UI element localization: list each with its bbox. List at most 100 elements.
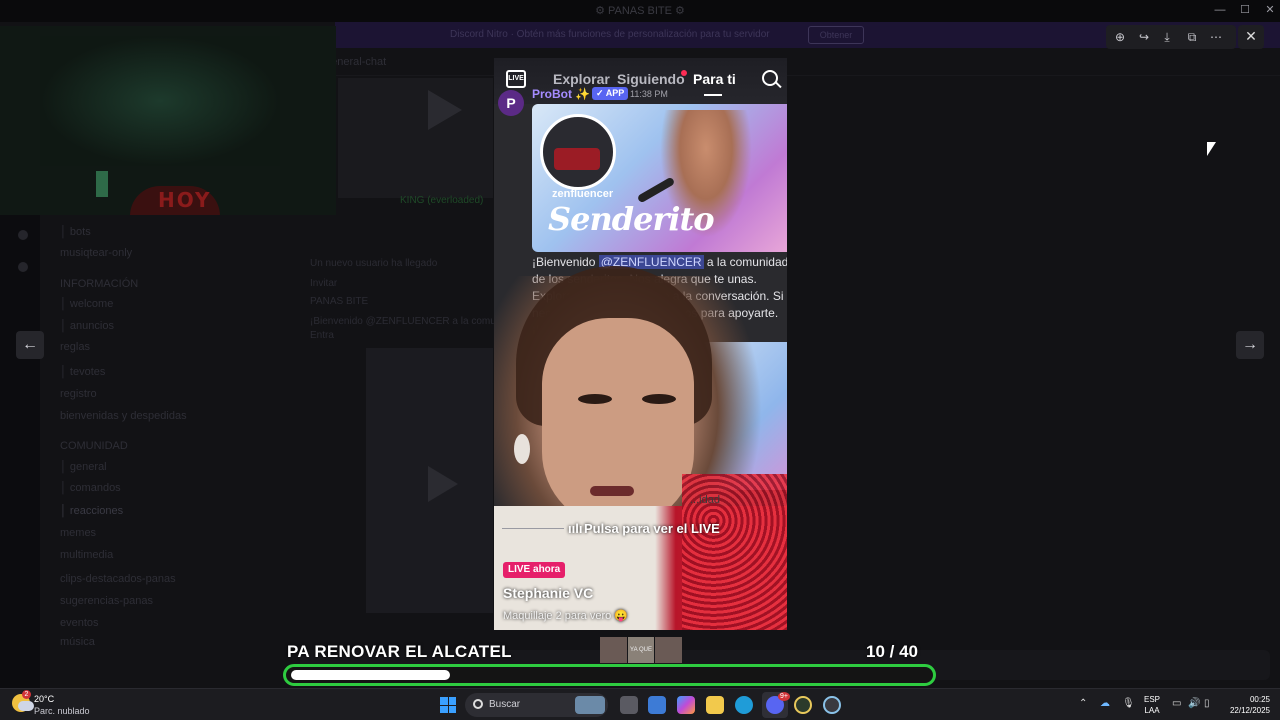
language-indicator[interactable]: ESP LAA [1144, 694, 1160, 716]
zoom-icon[interactable]: ⊕ [1110, 27, 1130, 47]
store-icon[interactable] [648, 696, 666, 714]
tab-siguiendo[interactable]: Siguiendo [617, 71, 685, 87]
chevron-up-icon[interactable]: ⌃ [1079, 698, 1087, 709]
channel-item[interactable]: bienvenidas y despedidas [60, 410, 187, 424]
channel-item[interactable]: │ general [60, 461, 107, 475]
cta-divider [502, 528, 564, 529]
welcome-banner: zenfluencer Senderito [532, 104, 787, 252]
battery-icon[interactable]: ▯ [1204, 698, 1210, 709]
app-title: ⚙ PANAS BITE ⚙ [595, 5, 685, 17]
nitro-banner-text: Discord Nitro · Obtén más funciones de p… [450, 29, 770, 40]
channel-item[interactable]: eventos [60, 617, 99, 631]
task-view-icon[interactable] [620, 696, 638, 714]
server-icon[interactable] [18, 230, 28, 240]
channel-item[interactable]: │ anuncios [60, 320, 114, 334]
more-options-icon[interactable]: ⋯ [1206, 27, 1226, 47]
copilot-icon[interactable] [677, 696, 695, 714]
weather-badge: 2 [22, 690, 31, 699]
live-icon[interactable]: LIVE [506, 70, 526, 88]
active-tab-indicator [704, 94, 722, 96]
edge-icon[interactable] [735, 696, 753, 714]
maximize-icon[interactable]: ☐ [1235, 3, 1255, 17]
banner-script: Senderito [548, 200, 715, 238]
watch-live-button[interactable]: ıılı Pulsa para ver el LIVE [568, 521, 720, 536]
channel-item[interactable]: sugerencias-panas [60, 595, 153, 609]
file-explorer-icon[interactable] [706, 696, 724, 714]
weather-description[interactable]: Parc. nublado [34, 706, 90, 716]
open-external-icon[interactable]: ⧉ [1182, 27, 1202, 47]
streamer-name[interactable]: Stephanie VC [503, 585, 593, 601]
chat-message: Un nuevo usuario ha llegado [310, 258, 438, 269]
channel-item[interactable]: │ welcome [60, 298, 113, 312]
chat-video[interactable] [366, 348, 493, 613]
download-icon[interactable]: ⤓ [1157, 27, 1177, 47]
settings-icon[interactable] [823, 696, 841, 714]
streamer-mouth [590, 486, 634, 496]
next-image-button[interactable]: → [1236, 331, 1264, 359]
audio-bars-icon: ıılı [568, 521, 583, 536]
channel-item[interactable]: reglas [60, 341, 90, 355]
search-placeholder: Buscar [489, 699, 521, 710]
taskbar-search[interactable]: Buscar [465, 693, 608, 717]
channel-item[interactable]: COMUNIDAD [60, 440, 128, 454]
tab-para-ti[interactable]: Para ti [693, 71, 736, 87]
channel-item[interactable]: clips-destacados-panas [60, 573, 176, 587]
nitro-banner-button[interactable]: Obtener [808, 26, 864, 44]
channel-item[interactable]: memes [60, 527, 96, 541]
close-viewer-button[interactable]: ✕ [1238, 25, 1264, 49]
channel-item[interactable]: musiqtear-only [60, 247, 132, 261]
webcam-bottle [96, 171, 108, 197]
webcam-glow [40, 36, 280, 166]
tiktok-screenshot[interactable]: LIVE Explorar Siguiendo Para ti P ProBot… [494, 58, 787, 630]
channel-item[interactable]: multimedia [60, 549, 113, 563]
previous-image-button[interactable]: ← [16, 331, 44, 359]
clock-date: 22/12/2025 [1229, 706, 1270, 715]
streamer-earring [514, 434, 530, 464]
window-close-icon[interactable]: ✕ [1260, 3, 1280, 17]
channel-item[interactable]: INFORMACIÓN [60, 278, 138, 292]
weather-temperature[interactable]: 20°C [34, 694, 54, 704]
app-titlebar: ⚙ PANAS BITE ⚙ — ☐ ✕ [0, 0, 1280, 22]
minimize-icon[interactable]: — [1210, 3, 1230, 17]
microphone-icon[interactable]: 🎙 [1122, 698, 1135, 709]
keyboard-layout: LAA [1144, 706, 1160, 715]
mouse-cursor-icon [1207, 142, 1216, 156]
app-icon[interactable] [794, 696, 812, 714]
channel-item[interactable]: música [60, 636, 95, 650]
goal-target: / 40 [884, 642, 919, 661]
forward-icon[interactable]: ↪ [1134, 27, 1154, 47]
goal-thumb [655, 637, 683, 663]
screen: ⚙ PANAS BITE ⚙ — ☐ ✕ Discord Nitro · Obt… [0, 0, 1280, 688]
tab-explorar[interactable]: Explorar [553, 71, 610, 87]
search-icon[interactable] [762, 70, 778, 86]
system-clock[interactable]: 00:25 22/12/2025 [1222, 694, 1270, 716]
network-icon[interactable]: ▭ [1172, 698, 1181, 709]
avatar-mask [554, 148, 600, 170]
streamer-eye [642, 394, 676, 404]
stream-description: Maquillaje 2 para vero 😛 [503, 610, 628, 622]
goal-count: 10 / 40 [866, 642, 918, 662]
server-icon[interactable] [18, 262, 28, 272]
bot-name: ProBot ✨ [532, 87, 591, 101]
banner-username: zenfluencer [552, 188, 614, 200]
server-rail [0, 215, 40, 688]
goal-thumb [600, 637, 627, 663]
live-badge: LIVE ahora [503, 562, 566, 578]
channel-item[interactable]: │ bots [60, 226, 91, 240]
onedrive-icon[interactable]: ☁ [1100, 698, 1110, 709]
volume-icon[interactable]: 🔊 [1188, 698, 1200, 709]
search-icon [473, 699, 483, 709]
channel-item[interactable]: │ comandos [60, 482, 121, 496]
windows-start-icon[interactable] [440, 697, 456, 713]
goal-thumbnails: YA QUE [600, 637, 683, 663]
notification-dot [681, 70, 687, 76]
play-icon [428, 90, 462, 130]
chat-media[interactable] [338, 78, 493, 198]
channel-item[interactable]: registro [60, 388, 97, 402]
chat-message: Invitar [310, 278, 338, 289]
media-caption: KING (everloaded) [400, 195, 484, 206]
play-icon [428, 466, 458, 502]
channel-item[interactable]: │ tevotes [60, 366, 105, 380]
channel-item[interactable]: │ reacciones [60, 505, 123, 519]
clock-time: 00:25 [1249, 695, 1270, 704]
